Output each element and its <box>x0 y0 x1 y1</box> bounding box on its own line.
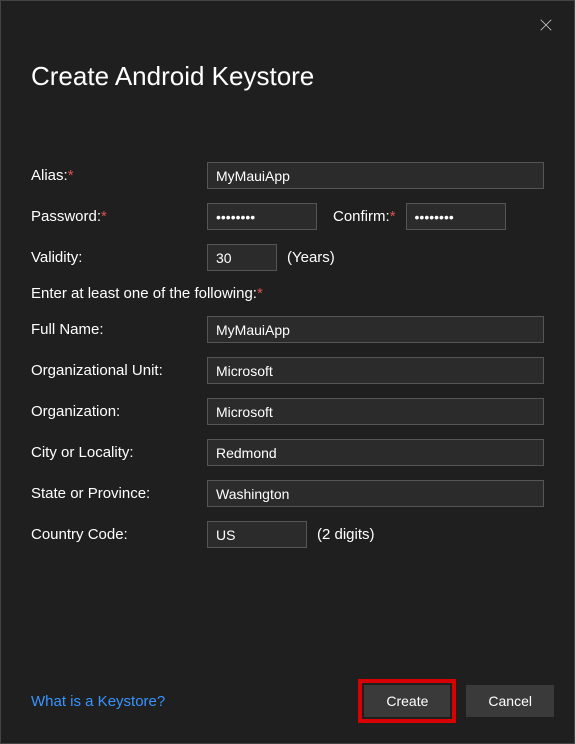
validity-label: Validity: <box>31 249 207 266</box>
validity-row: Validity: (Years) <box>31 244 544 271</box>
password-label: Password:* <box>31 208 207 225</box>
dialog-title: Create Android Keystore <box>31 61 544 92</box>
validity-unit: (Years) <box>287 249 335 266</box>
confirm-label: Confirm:* <box>333 208 396 225</box>
orgunit-label: Organizational Unit: <box>31 362 207 379</box>
create-button-highlight: Create <box>358 679 456 723</box>
org-label: Organization: <box>31 403 207 420</box>
city-input[interactable] <box>207 439 544 466</box>
city-label: City or Locality: <box>31 444 207 461</box>
password-row: Password:* Confirm:* <box>31 203 544 230</box>
alias-label: Alias:* <box>31 167 207 184</box>
close-icon <box>539 18 553 32</box>
orgunit-input[interactable] <box>207 357 544 384</box>
fullname-input[interactable] <box>207 316 544 343</box>
alias-input[interactable] <box>207 162 544 189</box>
city-row: City or Locality: <box>31 439 544 466</box>
state-row: State or Province: <box>31 480 544 507</box>
keystore-help-link[interactable]: What is a Keystore? <box>31 693 165 710</box>
state-label: State or Province: <box>31 485 207 502</box>
country-row: Country Code: (2 digits) <box>31 521 544 548</box>
fullname-label: Full Name: <box>31 321 207 338</box>
create-keystore-dialog: Create Android Keystore Alias:* Password… <box>0 0 575 744</box>
state-input[interactable] <box>207 480 544 507</box>
fullname-row: Full Name: <box>31 316 544 343</box>
validity-input[interactable] <box>207 244 277 271</box>
country-label: Country Code: <box>31 526 207 543</box>
close-button[interactable] <box>534 13 558 37</box>
org-input[interactable] <box>207 398 544 425</box>
org-row: Organization: <box>31 398 544 425</box>
dialog-footer: What is a Keystore? Create Cancel <box>31 679 554 723</box>
confirm-input[interactable] <box>406 203 506 230</box>
cancel-button[interactable]: Cancel <box>466 685 554 717</box>
create-button[interactable]: Create <box>364 685 450 717</box>
alias-row: Alias:* <box>31 162 544 189</box>
country-unit: (2 digits) <box>317 526 375 543</box>
section-label: Enter at least one of the following:* <box>31 285 544 302</box>
orgunit-row: Organizational Unit: <box>31 357 544 384</box>
password-input[interactable] <box>207 203 317 230</box>
country-input[interactable] <box>207 521 307 548</box>
button-group: Create Cancel <box>358 679 554 723</box>
